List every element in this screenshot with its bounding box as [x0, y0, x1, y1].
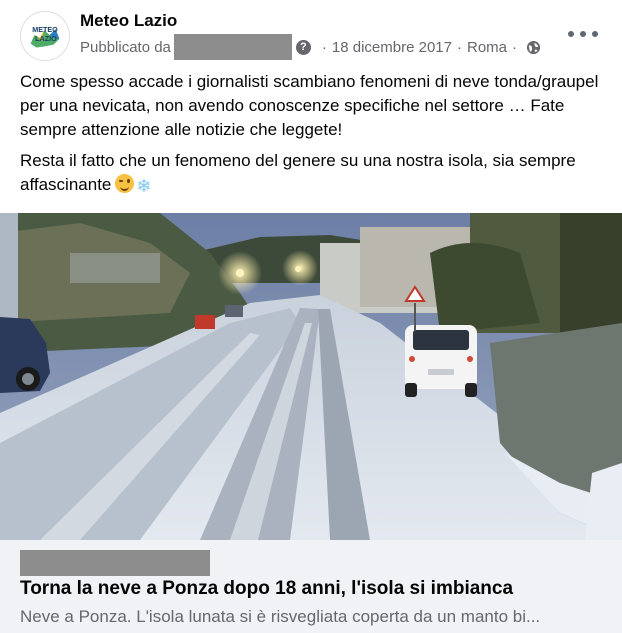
post-header: METEO LAZIO Meteo Lazio Pubblicato da ? …	[0, 0, 622, 68]
link-description: Neve a Ponza. L'isola lunata si è risveg…	[20, 607, 541, 626]
meteo-lazio-logo-icon: METEO LAZIO	[21, 12, 69, 60]
published-by-label: Pubblicato da	[80, 38, 171, 56]
post-paragraph-2-text: Resta il fatto che un fenomeno del gener…	[20, 151, 576, 194]
post-photo[interactable]	[0, 213, 622, 540]
logo-text-line1: METEO	[32, 25, 58, 34]
snowy-street-photo	[0, 213, 622, 540]
page-avatar[interactable]: METEO LAZIO	[20, 11, 70, 61]
meta-separator: ·	[457, 38, 462, 56]
link-preview-card[interactable]: Torna la neve a Ponza dopo 18 anni, l'is…	[0, 540, 622, 633]
snowflake-emoji-icon: ❄	[136, 176, 152, 196]
winking-face-emoji-icon	[115, 174, 135, 193]
post-meta: Pubblicato da ? · 18 dicembre 2017 · Rom…	[80, 34, 541, 60]
post-paragraph-1: Come spesso accade i giornalisti scambia…	[20, 72, 599, 139]
post-location-link[interactable]: Roma	[467, 39, 507, 56]
link-title[interactable]: Torna la neve a Ponza dopo 18 anni, l'is…	[20, 578, 513, 600]
redacted-link-domain	[20, 550, 210, 576]
help-icon[interactable]: ?	[295, 39, 311, 55]
meta-separator: ·	[512, 38, 518, 56]
globe-icon[interactable]	[526, 40, 541, 55]
meta-separator: ·	[321, 38, 327, 56]
post-date-link[interactable]: 18 dicembre 2017	[332, 39, 452, 56]
redacted-author-block	[173, 34, 292, 60]
logo-text-line2: LAZIO	[35, 34, 57, 43]
post-paragraph-2: Resta il fatto che un fenomeno del gener…	[20, 149, 605, 198]
post-body: Come spesso accade i giornalisti scambia…	[20, 70, 605, 198]
page-name-link[interactable]: Meteo Lazio	[80, 11, 177, 31]
more-options-icon[interactable]	[568, 24, 598, 44]
